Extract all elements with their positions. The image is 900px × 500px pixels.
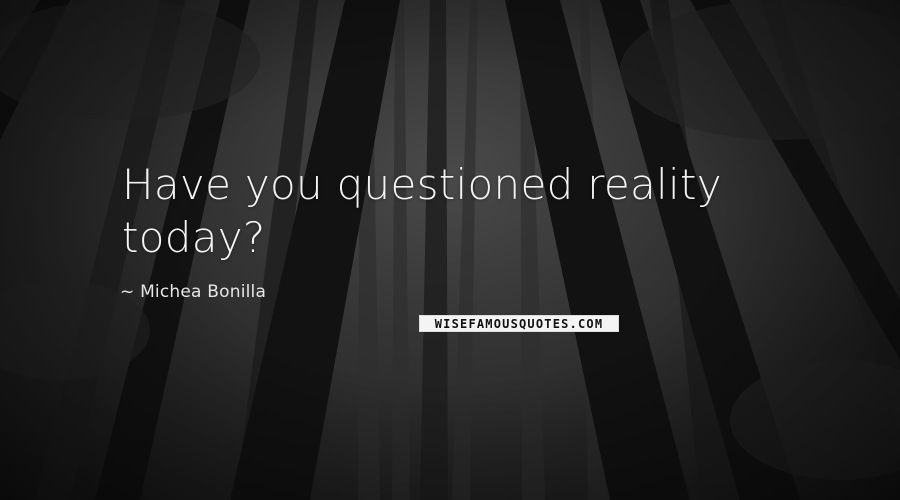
author-tilde: ~ (120, 282, 135, 302)
quote-card: Have you questioned reality today? ~ Mic… (0, 0, 900, 500)
quote-text: Have you questioned reality today? (122, 158, 822, 264)
quote-author: ~ Michea Bonilla (120, 282, 266, 302)
watermark-badge: WISEFAMOUSQUOTES.COM (419, 315, 619, 332)
quote-line-2: today? (122, 213, 266, 262)
author-name: Michea Bonilla (140, 282, 267, 302)
quote-line-1: Have you questioned reality (122, 160, 722, 209)
